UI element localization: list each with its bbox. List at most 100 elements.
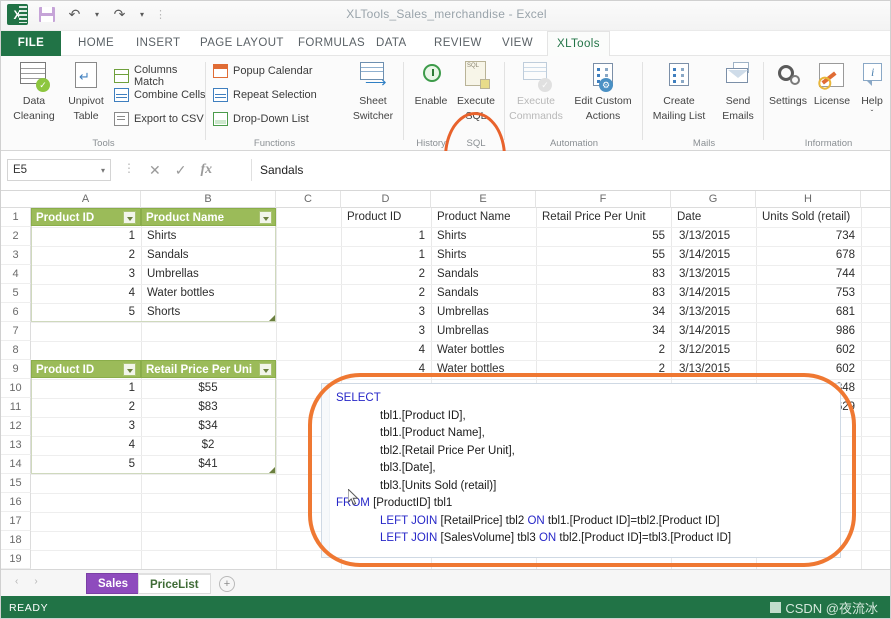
table-cell[interactable]: Sandals xyxy=(433,284,536,303)
column-header-c[interactable]: C xyxy=(276,191,341,208)
filter-button-prices-id[interactable] xyxy=(123,363,136,376)
table-cell[interactable]: 3/13/2015 xyxy=(675,303,756,322)
create-mailing-list-button[interactable]: Create Mailing List xyxy=(646,60,712,122)
name-box[interactable]: E5 ▾ xyxy=(7,159,111,181)
sql-query-text[interactable]: SELECT tbl1.[Product ID], tbl1.[Product … xyxy=(336,390,836,548)
table-cell[interactable]: 5 xyxy=(31,303,139,322)
table-cell[interactable]: 83 xyxy=(538,284,669,303)
table-cell[interactable]: 3 xyxy=(343,322,429,341)
table-resize-handle[interactable] xyxy=(269,467,275,473)
tab-formulas[interactable]: FORMULAS xyxy=(289,31,374,56)
tab-data[interactable]: DATA xyxy=(367,31,416,56)
table-cell[interactable]: 4 xyxy=(31,284,139,303)
row-header-14[interactable]: 14 xyxy=(1,455,31,474)
table-cell[interactable]: Water bottles xyxy=(433,341,536,360)
row-header-13[interactable]: 13 xyxy=(1,436,31,455)
table-cell[interactable]: 3/12/2015 xyxy=(675,341,756,360)
table-cell[interactable]: 4 xyxy=(343,341,429,360)
table-cell[interactable]: 34 xyxy=(538,322,669,341)
row-header-5[interactable]: 5 xyxy=(1,284,31,303)
settings-button[interactable]: Settings xyxy=(765,60,811,107)
table-cell[interactable]: Shorts xyxy=(143,303,273,322)
add-sheet-button[interactable]: + xyxy=(219,576,235,592)
tab-page-layout[interactable]: PAGE LAYOUT xyxy=(191,31,293,56)
table-cell[interactable]: 5 xyxy=(31,455,139,474)
table-cell[interactable]: 4 xyxy=(31,436,139,455)
popup-calendar-button[interactable]: Popup Calendar xyxy=(213,64,313,78)
table-cell[interactable]: Umbrellas xyxy=(433,322,536,341)
table-cell[interactable]: Water bottles xyxy=(433,360,536,379)
execute-commands-button[interactable]: ✓ Execute Commands xyxy=(507,60,565,122)
cancel-icon[interactable]: ✕ xyxy=(149,162,161,179)
table-cell[interactable]: 1 xyxy=(31,227,139,246)
table-cell[interactable]: 4 xyxy=(343,360,429,379)
table-cell[interactable]: $41 xyxy=(143,455,273,474)
row-header-1[interactable]: 1 xyxy=(1,208,31,227)
send-emails-button[interactable]: Send Emails xyxy=(714,60,762,122)
table-cell[interactable]: Umbrellas xyxy=(433,303,536,322)
table-cell[interactable]: Shirts xyxy=(143,227,273,246)
tab-xltools[interactable]: XLTools xyxy=(547,31,610,56)
columns-match-button[interactable]: Columns Match xyxy=(114,64,206,88)
row-header-17[interactable]: 17 xyxy=(1,512,31,531)
chevron-down-icon[interactable]: ▾ xyxy=(101,166,105,175)
table-cell[interactable]: 3 xyxy=(343,303,429,322)
table-cell[interactable]: 744 xyxy=(758,265,859,284)
table-cell[interactable]: 1 xyxy=(343,227,429,246)
table-cell[interactable]: 734 xyxy=(758,227,859,246)
tab-insert[interactable]: INSERT xyxy=(127,31,189,56)
table-cell[interactable]: 2 xyxy=(343,284,429,303)
export-to-csv-button[interactable]: Export to CSV xyxy=(114,112,204,126)
table-cell[interactable]: $2 xyxy=(143,436,273,455)
table-cell[interactable]: Shirts xyxy=(433,227,536,246)
table-cell[interactable]: 1 xyxy=(343,246,429,265)
table-cell[interactable]: Water bottles xyxy=(143,284,273,303)
table-cell[interactable]: 3/13/2015 xyxy=(675,360,756,379)
column-header-f[interactable]: F xyxy=(536,191,671,208)
table-cell[interactable]: 55 xyxy=(538,227,669,246)
sql-editor-panel[interactable]: SELECT tbl1.[Product ID], tbl1.[Product … xyxy=(321,383,841,558)
tab-review[interactable]: REVIEW xyxy=(425,31,491,56)
table-cell[interactable]: Sandals xyxy=(143,246,273,265)
filter-button-products-id[interactable] xyxy=(123,211,136,224)
tab-view[interactable]: VIEW xyxy=(493,31,542,56)
row-header-16[interactable]: 16 xyxy=(1,493,31,512)
row-header-11[interactable]: 11 xyxy=(1,398,31,417)
column-header-d[interactable]: D xyxy=(341,191,431,208)
enter-icon[interactable]: ✓ xyxy=(175,162,187,179)
filter-button-products-name[interactable] xyxy=(259,211,272,224)
row-header-19[interactable]: 19 xyxy=(1,550,31,569)
table-cell[interactable]: 681 xyxy=(758,303,859,322)
column-header-b[interactable]: B xyxy=(141,191,276,208)
data-cleaning-button[interactable]: ✓ Data Cleaning xyxy=(5,60,63,122)
row-header-7[interactable]: 7 xyxy=(1,322,31,341)
table-cell[interactable]: 602 xyxy=(758,341,859,360)
table-cell[interactable]: Umbrellas xyxy=(143,265,273,284)
table-cell[interactable]: 83 xyxy=(538,265,669,284)
table-cell[interactable]: 55 xyxy=(538,246,669,265)
table-cell[interactable]: 3/13/2015 xyxy=(675,265,756,284)
table-cell[interactable]: $34 xyxy=(143,417,273,436)
table-resize-handle[interactable] xyxy=(269,315,275,321)
row-header-9[interactable]: 9 xyxy=(1,360,31,379)
table-cell[interactable]: Shirts xyxy=(433,246,536,265)
unpivot-table-button[interactable]: ↵ Unpivot Table xyxy=(57,60,115,122)
table-cell[interactable]: 3/14/2015 xyxy=(675,322,756,341)
row-header-12[interactable]: 12 xyxy=(1,417,31,436)
table-cell[interactable]: 2 xyxy=(31,246,139,265)
edit-custom-actions-button[interactable]: ⚙ Edit Custom Actions xyxy=(567,60,639,122)
next-sheet-icon[interactable]: › xyxy=(34,576,37,587)
table-cell[interactable]: 3/14/2015 xyxy=(675,246,756,265)
table-cell[interactable]: 3/13/2015 xyxy=(675,227,756,246)
license-button[interactable]: License xyxy=(809,60,855,107)
help-button[interactable]: Help ˇ xyxy=(853,60,890,118)
repeat-selection-button[interactable]: Repeat Selection xyxy=(213,88,317,102)
execute-sql-button[interactable]: SQL Execute SQL xyxy=(447,60,505,122)
table-cell[interactable]: 3 xyxy=(31,265,139,284)
row-header-15[interactable]: 15 xyxy=(1,474,31,493)
row-header-2[interactable]: 2 xyxy=(1,227,31,246)
row-header-18[interactable]: 18 xyxy=(1,531,31,550)
column-header-a[interactable]: A xyxy=(31,191,141,208)
row-header-8[interactable]: 8 xyxy=(1,341,31,360)
sheet-tab-pricelist[interactable]: PriceList xyxy=(138,573,211,594)
